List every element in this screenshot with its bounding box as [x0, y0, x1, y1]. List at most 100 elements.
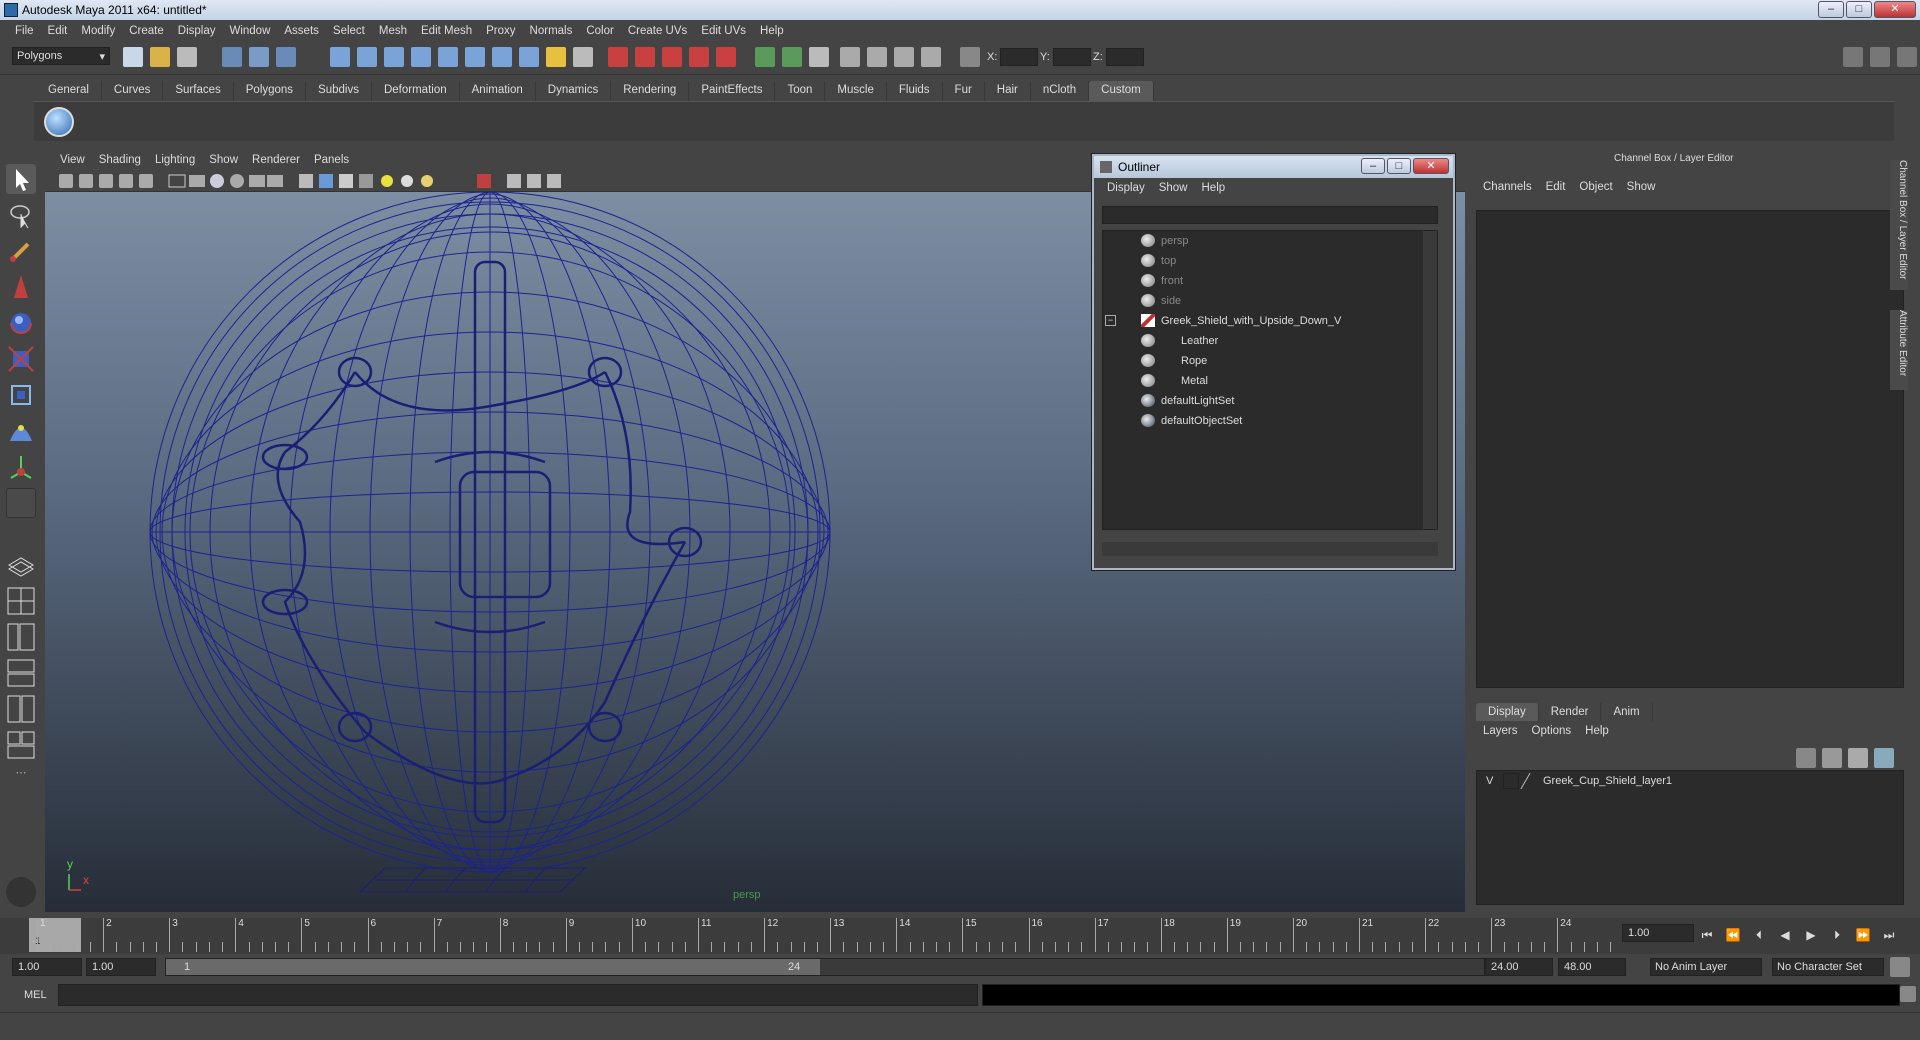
hypershade-icon[interactable] [921, 47, 941, 67]
z-field[interactable] [1106, 48, 1144, 66]
shelf-tab-muscle[interactable]: Muscle [825, 81, 887, 101]
auto-key-icon[interactable] [1890, 957, 1910, 977]
layer-row[interactable]: V Greek_Cup_Shield_layer1 [1477, 771, 1903, 791]
layer-visibility-toggle[interactable]: V [1486, 775, 1493, 787]
move-layer-down-icon[interactable] [1874, 748, 1894, 768]
highlight-selection-icon[interactable] [573, 47, 593, 67]
step-back-key-icon[interactable]: ⏴ [1750, 926, 1768, 944]
minimize-button[interactable]: – [1818, 1, 1844, 18]
construction-history-icon[interactable] [809, 47, 829, 67]
select-hierarchy-icon[interactable] [222, 47, 242, 67]
outliner-menu-help[interactable]: Help [1195, 182, 1233, 194]
menu-assets[interactable]: Assets [277, 25, 326, 37]
outliner-menu-display[interactable]: Display [1100, 182, 1152, 194]
outliner-menu-show[interactable]: Show [1152, 182, 1195, 194]
pick-surfaces-icon[interactable] [411, 47, 431, 67]
maximize-button[interactable]: □ [1846, 1, 1872, 18]
shelf-tab-toon[interactable]: Toon [775, 81, 826, 101]
new-scene-icon[interactable] [123, 47, 143, 67]
side-tab-attribute-editor[interactable]: Attribute Editor [1890, 310, 1908, 390]
shelf-tab-dynamics[interactable]: Dynamics [536, 81, 612, 101]
current-time-field[interactable]: 1.00 [1622, 924, 1694, 942]
save-scene-icon[interactable] [177, 47, 197, 67]
viewport-menu-show[interactable]: Show [202, 154, 245, 166]
step-forward-key-icon[interactable]: ⏵ [1828, 926, 1846, 944]
scale-tool-icon[interactable] [6, 344, 36, 374]
pick-rendering-icon[interactable] [492, 47, 512, 67]
transform-mode-icon[interactable] [960, 47, 980, 67]
shelf-tab-painteffects[interactable]: PaintEffects [689, 81, 776, 101]
paint-select-tool-icon[interactable] [6, 236, 36, 266]
menu-select[interactable]: Select [326, 25, 372, 37]
pick-misc-icon[interactable] [519, 47, 539, 67]
snap-curve-icon[interactable] [635, 47, 655, 67]
pick-joints-icon[interactable] [357, 47, 377, 67]
shelf-tab-hair[interactable]: Hair [985, 81, 1031, 101]
side-tab-channel-box[interactable]: Channel Box / Layer Editor [1890, 160, 1908, 290]
new-layer-icon[interactable] [1796, 748, 1816, 768]
layout-four-panes-icon[interactable] [6, 586, 36, 616]
outliner-minimize-button[interactable]: – [1361, 158, 1385, 174]
toggle-tool-settings-icon[interactable] [1870, 47, 1890, 67]
layer-color-icon[interactable] [1520, 773, 1544, 789]
time-ruler[interactable]: 1 12345678910111213141516171819202122232… [15, 918, 1615, 952]
outliner-filter-field[interactable] [1102, 206, 1438, 224]
character-set-dropdown[interactable]: No Character Set [1772, 958, 1884, 976]
render-settings-icon[interactable] [894, 47, 914, 67]
viewport-menu-lighting[interactable]: Lighting [148, 154, 202, 166]
viewport-menu-shading[interactable]: Shading [92, 154, 148, 166]
outliner-vertical-scrollbar[interactable] [1423, 231, 1437, 529]
viewport-menu-panels[interactable]: Panels [307, 154, 356, 166]
menu-color[interactable]: Color [579, 25, 620, 37]
shelf-tab-custom[interactable]: Custom [1089, 81, 1154, 101]
object-menu[interactable]: Object [1572, 181, 1619, 193]
shelf-tab-fur[interactable]: Fur [943, 81, 985, 101]
anim-layer-dropdown[interactable]: No Anim Layer [1650, 958, 1762, 976]
range-slider-handle[interactable] [166, 959, 820, 975]
menu-edit[interactable]: Edit [41, 25, 75, 37]
menu-edit-mesh[interactable]: Edit Mesh [414, 25, 479, 37]
x-field[interactable] [1000, 48, 1038, 66]
list-item[interactable]: Rope [1103, 351, 1423, 371]
script-editor-icon[interactable] [1900, 986, 1916, 1002]
show-menu[interactable]: Show [1620, 181, 1663, 193]
menuset-dropdown[interactable]: Polygons ▾ [12, 47, 110, 65]
range-slider-track[interactable]: 1 24 [165, 958, 1485, 976]
output-ops-icon[interactable] [782, 47, 802, 67]
step-forward-frame-icon[interactable]: ⏩ [1854, 926, 1872, 944]
select-tool-icon[interactable] [6, 164, 36, 194]
list-item[interactable]: Leather [1103, 331, 1423, 351]
toolbox-more-icon[interactable]: ⋯ [6, 766, 36, 786]
menu-modify[interactable]: Modify [74, 25, 122, 37]
play-backwards-icon[interactable]: ◀ [1776, 926, 1794, 944]
universal-manipulator-icon[interactable] [6, 380, 36, 410]
animation-end-field[interactable]: 48.00 [1558, 958, 1626, 976]
rotate-tool-icon[interactable] [6, 308, 36, 338]
shelf-tab-polygons[interactable]: Polygons [234, 81, 307, 101]
layer-tab-anim[interactable]: Anim [1601, 703, 1653, 721]
menu-file[interactable]: File [8, 25, 41, 37]
collapse-icon[interactable]: − [1105, 315, 1116, 326]
lock-selection-icon[interactable] [546, 47, 566, 67]
mel-command-input[interactable] [58, 984, 978, 1006]
custom-check-icon[interactable] [44, 107, 74, 137]
layer-type-toggle[interactable] [1503, 773, 1519, 789]
menu-create[interactable]: Create [122, 25, 171, 37]
pick-handles-icon[interactable] [330, 47, 350, 67]
toggle-attribute-editor-icon[interactable] [1843, 47, 1863, 67]
shelf-tab-animation[interactable]: Animation [460, 81, 536, 101]
help-line-toggle-icon[interactable] [6, 877, 36, 907]
go-to-end-icon[interactable]: ⏭ [1880, 926, 1898, 944]
pick-dynamics-icon[interactable] [465, 47, 485, 67]
outliner-close-button[interactable]: ✕ [1413, 158, 1449, 174]
layout-single-pane-icon[interactable] [6, 550, 36, 580]
viewport-menu-renderer[interactable]: Renderer [245, 154, 307, 166]
y-field[interactable] [1053, 48, 1091, 66]
shelf-tab-curves[interactable]: Curves [102, 81, 164, 101]
shelf-tab-deformation[interactable]: Deformation [372, 81, 460, 101]
list-item[interactable]: defaultObjectSet [1103, 411, 1423, 431]
outliner-horizontal-scrollbar[interactable] [1102, 542, 1438, 556]
shelf-tab-surfaces[interactable]: Surfaces [163, 81, 234, 101]
menu-create-uvs[interactable]: Create UVs [621, 25, 694, 37]
toggle-channel-box-icon[interactable] [1897, 47, 1917, 67]
